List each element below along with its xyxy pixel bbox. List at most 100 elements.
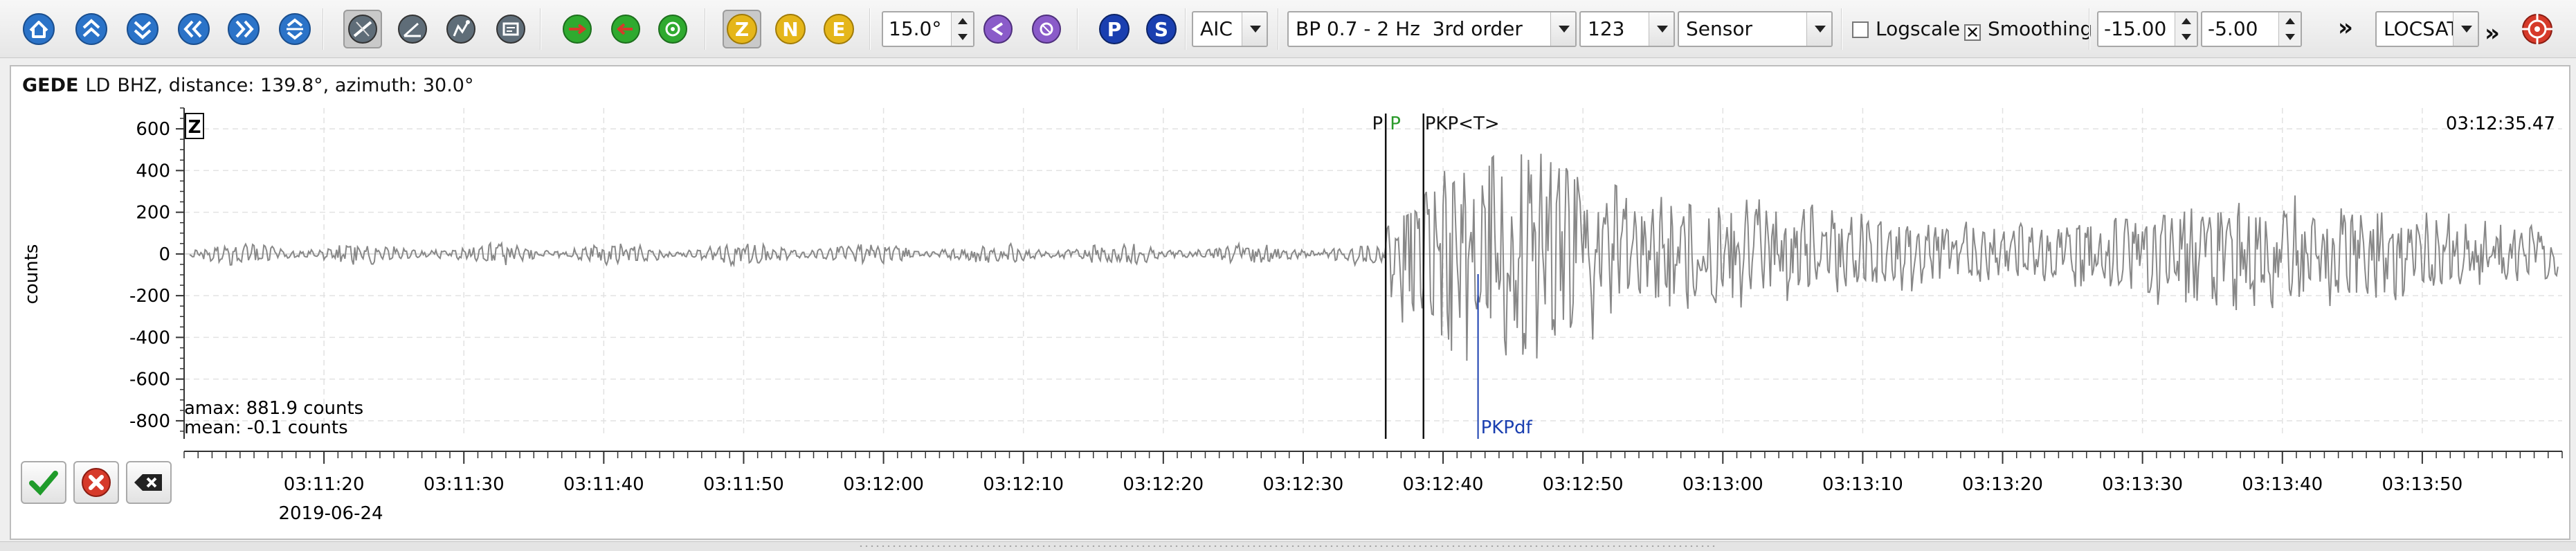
logscale-label: Logscale [1876,17,1961,40]
target-icon[interactable] [2518,10,2557,48]
pick-p-label: P [1107,18,1122,41]
pick-pkp-t-2-label: PKP<T> [1425,114,1500,134]
y-tick-label: -400 [129,327,170,348]
separator [869,8,871,50]
x-tick-label: 03:12:50 [1543,474,1624,495]
no-sort-icon[interactable] [343,10,382,48]
bottom-splitter[interactable] [0,541,2576,551]
x-tick-label: 03:11:30 [424,474,505,495]
y-tick-label: 0 [158,244,170,265]
previous-pick-icon[interactable] [606,10,645,48]
unit-select[interactable]: Sensor [1678,11,1833,47]
y-axis-label: counts [21,244,42,305]
sort-by-distance-icon[interactable] [393,10,432,48]
splitter-grip[interactable] [858,544,1716,548]
spin-buttons[interactable] [2175,12,2197,46]
stream-value: 123 [1588,17,1625,40]
window-end-spinbox[interactable]: -5.00 [2201,11,2302,47]
dropdown-arrow-icon[interactable] [2453,12,2478,46]
logscale-checkbox[interactable]: Logscale [1852,11,1960,47]
x-tick-label: 03:13:50 [2382,474,2462,495]
date-label: 2019-06-24 [278,503,383,524]
accept-button[interactable] [21,461,66,504]
dropdown-arrow-icon[interactable] [1806,12,1831,46]
separator [1185,8,1186,50]
y-tick-label: -600 [129,370,170,390]
y-axis-ticks: 600 400 200 0 -200 -400 -600 -800 [129,107,184,432]
y-tick-label: 400 [136,161,170,181]
x-tick-label: 03:13:30 [2102,474,2183,495]
scroll-right-icon[interactable] [224,10,263,48]
window-start-value: -15.00 [2104,17,2167,40]
spin-buttons[interactable] [2278,12,2301,46]
scroll-up-icon[interactable] [72,10,111,48]
spin-buttons[interactable] [951,12,973,46]
x-tick-label: 03:13:00 [1682,474,1763,495]
picker-method-value: AIC [1200,17,1233,40]
toolbar-overflow-icon[interactable]: » [2338,10,2353,46]
rotation-spinbox[interactable]: 15.0° [882,11,974,47]
separator [1841,8,1842,50]
smoothing-box[interactable]: ✕ [1964,24,1981,41]
smoothing-label: Smoothing [1988,17,2093,40]
scroll-down-icon[interactable] [123,10,162,48]
dropdown-arrow-icon[interactable] [1242,12,1267,46]
pick-s-button[interactable]: S [1142,10,1181,48]
align-icon[interactable] [275,10,314,48]
x-tick-label: 03:11:40 [563,474,644,495]
x-tick-label: 03:11:20 [284,474,365,495]
locator-value: LOCSAT [2384,17,2459,40]
pick-p-button[interactable]: P [1095,10,1134,48]
cancel-button[interactable] [73,461,119,504]
component-e-label: E [832,18,845,41]
rotation-value: 15.0° [889,17,942,40]
mean-label: mean: -0.1 counts [184,417,348,438]
delete-button[interactable] [126,461,172,504]
y-tick-label: 600 [136,119,170,140]
x-tick-label: 03:12:30 [1263,474,1344,495]
y-tick-label: 200 [136,203,170,224]
unit-value: Sensor [1686,17,1752,40]
amax-label: amax: 881.9 counts [184,398,363,419]
component-n-button[interactable]: N [771,10,810,48]
next-pick-icon[interactable] [653,10,692,48]
window-start-spinbox[interactable]: -15.00 [2097,11,2198,47]
toolbar-overflow-icon[interactable]: » [2485,15,2500,51]
x-tick-label: 03:12:00 [843,474,924,495]
picker-method-select[interactable]: AIC [1192,11,1268,47]
separator [540,8,541,50]
locator-select[interactable]: LOCSAT [2375,11,2479,47]
x-tick-label: 03:13:10 [1822,474,1903,495]
component-badge-label: Z [188,117,201,138]
home-icon[interactable] [19,10,58,48]
separator [323,8,324,50]
component-e-button[interactable]: E [819,10,858,48]
dropdown-arrow-icon[interactable] [1649,12,1674,46]
sort-by-residual-icon[interactable] [491,10,530,48]
logscale-box[interactable] [1852,21,1869,38]
component-n-label: N [782,18,798,41]
window-end-value: -5.00 [2208,17,2258,40]
x-axis-ticks: 03:11:20 03:11:30 03:11:40 03:11:50 03:12:00… [183,451,2563,495]
end-time-label: 03:12:35.47 [2446,114,2555,134]
separator [2089,8,2090,50]
magnify-left-icon[interactable] [979,10,1017,48]
pick-p-0-label: P [1372,114,1384,134]
x-tick-label: 03:12:20 [1123,474,1204,495]
component-z-button[interactable]: Z [723,10,761,48]
scroll-left-icon[interactable] [174,10,213,48]
filter-select[interactable]: BP 0.7 - 2 Hz 3rd order [1287,11,1577,47]
go-to-arrival-icon[interactable] [558,10,597,48]
pick-pkpdf-3-label: PKPdf [1481,417,1533,438]
sort-by-azimuth-icon[interactable] [442,10,480,48]
pick-p-1-label: P [1390,114,1401,134]
seismogram-plot[interactable]: 6004002000-200-400-600-800 03:11:20 03:11… [11,66,2572,541]
x-tick-label: 03:11:50 [703,474,784,495]
trace-panel: GEDE LD BHZ, distance: 139.8°, azimuth: 30… [10,65,2570,540]
dropdown-arrow-icon[interactable] [1550,12,1575,46]
separator [705,8,706,50]
magnify-right-icon[interactable] [1027,10,1066,48]
stream-select[interactable]: 123 [1579,11,1675,47]
x-tick-label: 03:12:10 [983,474,1064,495]
smoothing-checkbox[interactable]: ✕ Smoothing [1964,11,2092,47]
